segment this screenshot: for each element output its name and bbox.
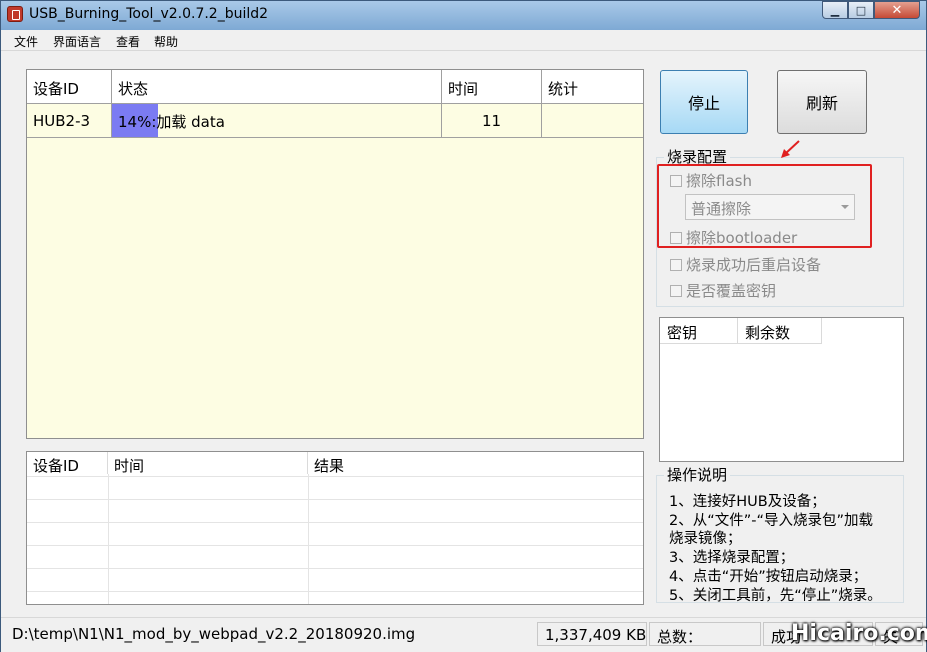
- status-text: 14%:加载 data: [118, 113, 225, 131]
- overwrite-key-checkbox[interactable]: 是否覆盖密钥: [670, 280, 776, 301]
- instruction-line: 3、选择烧录配置；: [669, 550, 795, 566]
- log-divider: [27, 522, 643, 523]
- key-header-key[interactable]: 密钥: [660, 318, 738, 344]
- log-divider: [27, 545, 643, 546]
- status-image-size: 1,337,409 KB: [537, 622, 647, 646]
- status-bar: D:\temp\N1\N1_mod_by_webpad_v2.2_2018092…: [1, 617, 926, 652]
- log-header-device-id[interactable]: 设备ID: [27, 452, 108, 475]
- key-header-remaining[interactable]: 剩余数: [738, 318, 822, 344]
- minimize-button[interactable]: ▁: [822, 1, 848, 19]
- reboot-after-checkbox[interactable]: 烧录成功后重启设备: [670, 254, 821, 275]
- result-log-table[interactable]: 设备ID 时间 结果: [26, 451, 644, 605]
- annotation-arrow-icon: [781, 140, 800, 158]
- menu-bar: 文件 界面语言 查看 帮助: [1, 30, 926, 51]
- key-list-table[interactable]: 密钥 剩余数: [659, 317, 904, 462]
- instructions-group: 1、连接好HUB及设备； 2、从“文件”-“导入烧录包”加载 烧录镜像； 3、选…: [656, 475, 904, 603]
- col-header-stats[interactable]: 统计: [542, 70, 643, 104]
- instruction-line: 5、关闭工具前，先“停止”烧录。: [669, 588, 882, 603]
- status-total: 总数：: [649, 622, 761, 646]
- checkbox-box: [670, 258, 682, 271]
- watermark: Hicairo.com: [791, 621, 927, 646]
- maximize-button[interactable]: □: [848, 1, 874, 19]
- instruction-line: 1、连接好HUB及设备；: [669, 494, 826, 510]
- device-table[interactable]: 设备ID 状态 时间 统计 HUB2-3 14%:加载 data 11: [26, 69, 644, 439]
- window-title: USB_Burning_Tool_v2.0.7.2_build2: [29, 6, 269, 22]
- instruction-line: 烧录镜像；: [669, 531, 742, 547]
- app-icon: [7, 6, 23, 22]
- checkbox-box: [670, 284, 682, 297]
- status-image-path: D:\temp\N1\N1_mod_by_webpad_v2.2_2018092…: [12, 625, 416, 643]
- col-header-status[interactable]: 状态: [112, 70, 442, 104]
- col-header-time[interactable]: 时间: [442, 70, 542, 104]
- reboot-after-label: 烧录成功后重启设备: [686, 256, 822, 274]
- menu-view[interactable]: 查看: [116, 33, 140, 50]
- menu-help[interactable]: 帮助: [154, 33, 178, 50]
- cell-stats[interactable]: [542, 104, 643, 138]
- log-header-time[interactable]: 时间: [108, 452, 308, 475]
- log-column-line: [108, 474, 109, 604]
- refresh-button[interactable]: 刷新: [777, 70, 867, 134]
- log-header-result[interactable]: 结果: [308, 452, 643, 475]
- overwrite-key-label: 是否覆盖密钥: [686, 282, 777, 300]
- close-button[interactable]: ✕: [874, 1, 920, 19]
- log-divider: [27, 591, 643, 592]
- cell-device-id[interactable]: HUB2-3: [27, 104, 112, 138]
- annotation-highlight-box: [657, 164, 872, 248]
- cell-status[interactable]: 14%:加载 data: [112, 104, 442, 138]
- log-divider: [27, 476, 643, 477]
- log-column-line: [308, 474, 309, 604]
- title-bar[interactable]: USB_Burning_Tool_v2.0.7.2_build2 ▁ □ ✕: [1, 1, 926, 30]
- cell-time[interactable]: 11: [442, 104, 542, 138]
- stop-button[interactable]: 停止: [660, 70, 748, 134]
- instruction-line: 4、点击“开始”按钮启动烧录；: [669, 569, 868, 585]
- instructions-label: 操作说明: [664, 464, 731, 485]
- col-header-device-id[interactable]: 设备ID: [27, 70, 112, 104]
- log-divider: [27, 568, 643, 569]
- menu-language[interactable]: 界面语言: [53, 33, 101, 50]
- menu-file[interactable]: 文件: [14, 33, 38, 50]
- log-divider: [27, 499, 643, 500]
- main-window: USB_Burning_Tool_v2.0.7.2_build2 ▁ □ ✕ 文…: [0, 0, 927, 652]
